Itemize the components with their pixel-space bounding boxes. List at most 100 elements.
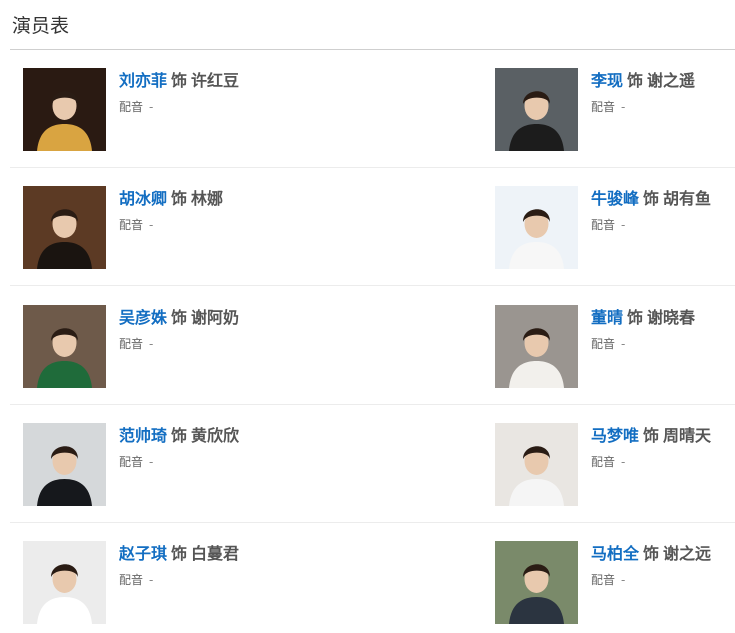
dubbing-value: - bbox=[149, 337, 154, 351]
actor-name-link[interactable]: 吴彦姝 bbox=[119, 308, 167, 327]
cast-row: 胡冰卿饰林娜 配音 - 牛骏峰饰胡有鱼 配音 - bbox=[10, 168, 735, 286]
plays-as-label: 饰 bbox=[643, 189, 660, 208]
cast-card: 赵子琪饰白蔓君配音 - bbox=[10, 523, 370, 633]
cast-card: 牛骏峰饰胡有鱼配音 - bbox=[482, 168, 735, 286]
actor-photo[interactable] bbox=[23, 305, 106, 388]
name-line: 董晴饰谢晓春 bbox=[591, 307, 695, 329]
cast-card: 马梦唯饰周晴天配音 - bbox=[482, 405, 735, 523]
dubbing-label: 配音 bbox=[591, 218, 616, 232]
dubbing-value: - bbox=[149, 218, 154, 232]
dubbing-line: 配音 - bbox=[119, 454, 239, 470]
dubbing-label: 配音 bbox=[591, 573, 616, 587]
name-line: 胡冰卿饰林娜 bbox=[119, 188, 223, 210]
plays-as-label: 饰 bbox=[171, 426, 188, 445]
cast-info: 李现饰谢之遥配音 - bbox=[591, 70, 695, 115]
dubbing-value: - bbox=[621, 573, 626, 587]
cast-card: 马柏全饰谢之远配音 - bbox=[482, 523, 735, 633]
cast-card: 李现饰谢之遥配音 - bbox=[482, 50, 735, 168]
row-divider bbox=[10, 285, 735, 286]
actor-name-link[interactable]: 董晴 bbox=[591, 308, 623, 327]
dubbing-value: - bbox=[621, 455, 626, 469]
role-name: 白蔓君 bbox=[191, 544, 240, 563]
role-name: 许红豆 bbox=[191, 71, 240, 90]
dubbing-line: 配音 - bbox=[119, 572, 239, 588]
actor-name-link[interactable]: 刘亦菲 bbox=[119, 71, 167, 90]
dubbing-value: - bbox=[621, 218, 626, 232]
cast-row: 赵子琪饰白蔓君 配音 - 马柏全饰谢之远 配音 - bbox=[10, 523, 735, 633]
plays-as-label: 饰 bbox=[171, 544, 188, 563]
dubbing-label: 配音 bbox=[119, 455, 144, 469]
cast-info: 胡冰卿饰林娜配音 - bbox=[119, 188, 223, 233]
cast-info: 马柏全饰谢之远配音 - bbox=[591, 543, 711, 588]
name-line: 赵子琪饰白蔓君 bbox=[119, 543, 239, 565]
actor-photo[interactable] bbox=[23, 186, 106, 269]
plays-as-label: 饰 bbox=[643, 544, 660, 563]
cast-row: 吴彦姝饰谢阿奶 配音 - 董晴饰谢晓春 配音 - bbox=[10, 287, 735, 405]
cast-info: 范帅琦饰黄欣欣配音 - bbox=[119, 425, 239, 470]
cast-card: 范帅琦饰黄欣欣配音 - bbox=[10, 405, 370, 523]
plays-as-label: 饰 bbox=[627, 308, 644, 327]
cast-info: 赵子琪饰白蔓君配音 - bbox=[119, 543, 239, 588]
dubbing-line: 配音 - bbox=[591, 454, 711, 470]
actor-name-link[interactable]: 马柏全 bbox=[591, 544, 639, 563]
name-line: 李现饰谢之遥 bbox=[591, 70, 695, 92]
plays-as-label: 饰 bbox=[643, 426, 660, 445]
name-line: 马柏全饰谢之远 bbox=[591, 543, 711, 565]
plays-as-label: 饰 bbox=[171, 71, 188, 90]
dubbing-line: 配音 - bbox=[591, 99, 695, 115]
actor-name-link[interactable]: 赵子琪 bbox=[119, 544, 167, 563]
dubbing-label: 配音 bbox=[591, 100, 616, 114]
role-name: 胡有鱼 bbox=[663, 189, 712, 208]
actor-photo[interactable] bbox=[495, 186, 578, 269]
actor-photo[interactable] bbox=[495, 68, 578, 151]
name-line: 吴彦姝饰谢阿奶 bbox=[119, 307, 239, 329]
actor-name-link[interactable]: 李现 bbox=[591, 71, 623, 90]
dubbing-line: 配音 - bbox=[591, 572, 711, 588]
cast-info: 董晴饰谢晓春 配音 - bbox=[591, 307, 695, 352]
dubbing-label: 配音 bbox=[591, 455, 616, 469]
cast-info: 马梦唯饰周晴天配音 - bbox=[591, 425, 711, 470]
role-name: 谢之遥 bbox=[647, 71, 696, 90]
role-name: 谢阿奶 bbox=[191, 308, 240, 327]
actor-name-link[interactable]: 范帅琦 bbox=[119, 426, 167, 445]
dubbing-label: 配音 bbox=[119, 218, 144, 232]
plays-as-label: 饰 bbox=[171, 308, 188, 327]
cast-info: 牛骏峰饰胡有鱼配音 - bbox=[591, 188, 711, 233]
actor-photo[interactable] bbox=[495, 305, 578, 388]
cast-card: 董晴饰谢晓春 配音 - bbox=[482, 287, 735, 405]
section-title: 演员表 bbox=[12, 15, 70, 37]
role-name: 谢之远 bbox=[663, 544, 712, 563]
cast-card: 吴彦姝饰谢阿奶配音 - bbox=[10, 287, 370, 405]
actor-name-link[interactable]: 马梦唯 bbox=[591, 426, 639, 445]
actor-name-link[interactable]: 胡冰卿 bbox=[119, 189, 167, 208]
role-name: 谢晓春 bbox=[647, 308, 696, 327]
actor-photo[interactable] bbox=[23, 423, 106, 506]
cast-card: 刘亦菲饰许红豆配音 - bbox=[10, 50, 370, 168]
name-line: 牛骏峰饰胡有鱼 bbox=[591, 188, 711, 210]
dubbing-label: 配音 bbox=[119, 337, 144, 351]
plays-as-label: 饰 bbox=[627, 71, 644, 90]
actor-photo[interactable] bbox=[23, 541, 106, 624]
actor-photo[interactable] bbox=[495, 423, 578, 506]
plays-as-label: 饰 bbox=[171, 189, 188, 208]
actor-name-link[interactable]: 牛骏峰 bbox=[591, 189, 639, 208]
name-line: 马梦唯饰周晴天 bbox=[591, 425, 711, 447]
cast-info: 刘亦菲饰许红豆配音 - bbox=[119, 70, 239, 115]
actor-photo[interactable] bbox=[23, 68, 106, 151]
cast-row: 刘亦菲饰许红豆 配音 - 李现饰谢之遥 配音 - bbox=[10, 50, 735, 168]
dubbing-value: - bbox=[149, 100, 154, 114]
dubbing-value: - bbox=[149, 573, 154, 587]
role-name: 林娜 bbox=[191, 189, 224, 208]
dubbing-label: 配音 bbox=[591, 337, 616, 351]
actor-photo[interactable] bbox=[495, 541, 578, 624]
dubbing-line: 配音 - bbox=[119, 217, 223, 233]
dubbing-value: - bbox=[621, 100, 626, 114]
dubbing-label: 配音 bbox=[119, 100, 144, 114]
name-line: 刘亦菲饰许红豆 bbox=[119, 70, 239, 92]
dubbing-label: 配音 bbox=[119, 573, 144, 587]
dubbing-line: 配音 - bbox=[119, 99, 239, 115]
dubbing-line: 配音 - bbox=[119, 336, 239, 352]
name-line: 范帅琦饰黄欣欣 bbox=[119, 425, 239, 447]
dubbing-value: - bbox=[149, 455, 154, 469]
role-name: 周晴天 bbox=[663, 426, 712, 445]
